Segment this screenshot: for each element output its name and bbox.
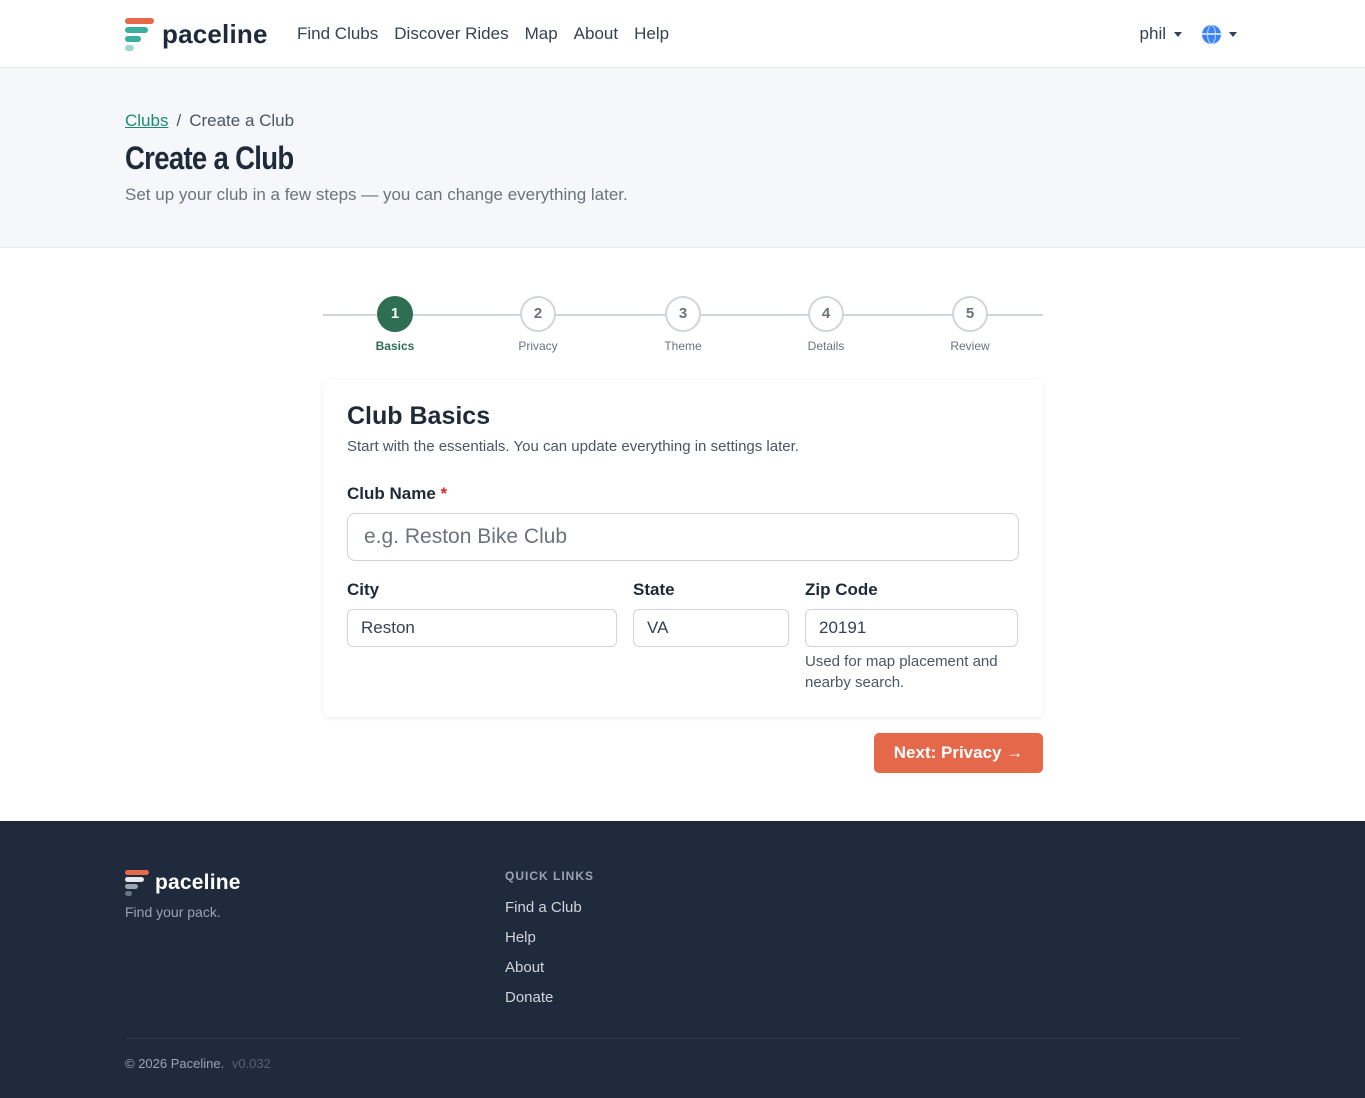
footer-link-donate[interactable]: Donate	[505, 989, 582, 1019]
language-dropdown[interactable]	[1202, 24, 1237, 44]
state-label: State	[633, 580, 675, 599]
city-value: Reston	[361, 618, 415, 637]
breadcrumb-separator: /	[176, 111, 182, 130]
caret-down-icon	[1174, 31, 1182, 37]
paceline-logo-icon	[125, 18, 154, 51]
step-review[interactable]: 5 Review	[930, 296, 1010, 353]
city-label: City	[347, 580, 380, 599]
page-header: Clubs / Create a Club Create a Club Set …	[0, 68, 1365, 248]
club-name-placeholder: e.g. Reston Bike Club	[364, 525, 568, 548]
footer-brand[interactable]: paceline	[125, 870, 241, 896]
globe-icon	[1202, 24, 1221, 44]
breadcrumb: Clubs / Create a Club	[125, 111, 294, 131]
quick-links-heading: QUICK LINKS	[505, 869, 594, 883]
step-theme[interactable]: 3 Theme	[643, 296, 723, 353]
step-label: Privacy	[518, 339, 558, 353]
footer-brand-name: paceline	[155, 871, 241, 894]
nav-help[interactable]: Help	[634, 24, 669, 44]
zip-input[interactable]: 20191	[805, 609, 1018, 647]
card-title: Club Basics	[347, 402, 491, 430]
brand-link[interactable]: paceline	[125, 18, 268, 51]
caret-down-icon	[1229, 31, 1237, 37]
step-details[interactable]: 4 Details	[786, 296, 866, 353]
step-privacy[interactable]: 2 Privacy	[498, 296, 578, 353]
step-number: 2	[520, 296, 556, 332]
quick-links-list: Find a Club Help About Donate	[505, 899, 582, 1019]
wizard-stepper: 1 Basics 2 Privacy 3 Theme 4 Details 5 R…	[323, 296, 1043, 356]
card-description: Start with the essentials. You can updat…	[347, 438, 799, 455]
state-value: VA	[647, 618, 669, 637]
step-number: 1	[377, 296, 413, 332]
zip-help-text: Used for map placement and nearby search…	[805, 653, 998, 691]
nav-right: phil	[1140, 24, 1237, 44]
footer-link-find-club[interactable]: Find a Club	[505, 899, 582, 929]
club-basics-card: Club Basics Start with the essentials. Y…	[323, 380, 1043, 717]
club-name-label: Club Name *	[347, 484, 447, 504]
nav-map[interactable]: Map	[525, 24, 558, 44]
breadcrumb-clubs-link[interactable]: Clubs	[125, 111, 168, 131]
zip-value: 20191	[819, 618, 867, 637]
step-number: 3	[665, 296, 701, 332]
footer-link-help[interactable]: Help	[505, 929, 582, 959]
user-menu-dropdown[interactable]: phil	[1140, 24, 1182, 44]
user-name: phil	[1139, 24, 1166, 43]
footer-copyright: © 2026 Paceline. v0.032	[125, 1056, 271, 1071]
zip-label: Zip Code	[805, 580, 878, 599]
main-nav: Find Clubs Discover Rides Map About Help	[297, 24, 669, 44]
breadcrumb-current: Create a Club	[189, 111, 295, 130]
club-name-label-text: Club Name	[347, 484, 436, 503]
step-number: 5	[952, 296, 988, 332]
required-marker: *	[440, 484, 448, 503]
footer-link-about[interactable]: About	[505, 959, 582, 989]
club-name-input[interactable]: e.g. Reston Bike Club	[347, 513, 1019, 561]
copyright-text: © 2026 Paceline.	[125, 1056, 225, 1071]
footer-divider	[125, 1038, 1240, 1039]
version-text: v0.032	[231, 1056, 271, 1071]
next-privacy-button[interactable]: Next: Privacy →	[874, 733, 1043, 773]
brand-name: paceline	[162, 19, 268, 49]
paceline-logo-icon	[125, 870, 149, 896]
step-label: Theme	[664, 339, 702, 353]
step-basics[interactable]: 1 Basics	[355, 296, 435, 353]
nav-about[interactable]: About	[574, 24, 618, 44]
nav-find-clubs[interactable]: Find Clubs	[297, 24, 378, 44]
footer-tagline: Find your pack.	[125, 904, 221, 920]
page-title: Create a Club	[125, 140, 294, 176]
site-footer: paceline Find your pack. QUICK LINKS Fin…	[0, 821, 1365, 1098]
step-label: Review	[950, 339, 990, 353]
nav-discover-rides[interactable]: Discover Rides	[394, 24, 508, 44]
step-label: Basics	[375, 339, 415, 353]
top-navbar: paceline Find Clubs Discover Rides Map A…	[0, 0, 1365, 68]
page-subtitle: Set up your club in a few steps — you ca…	[125, 185, 628, 204]
state-input[interactable]: VA	[633, 609, 789, 647]
step-number: 4	[808, 296, 844, 332]
city-input[interactable]: Reston	[347, 609, 617, 647]
step-label: Details	[807, 339, 845, 353]
